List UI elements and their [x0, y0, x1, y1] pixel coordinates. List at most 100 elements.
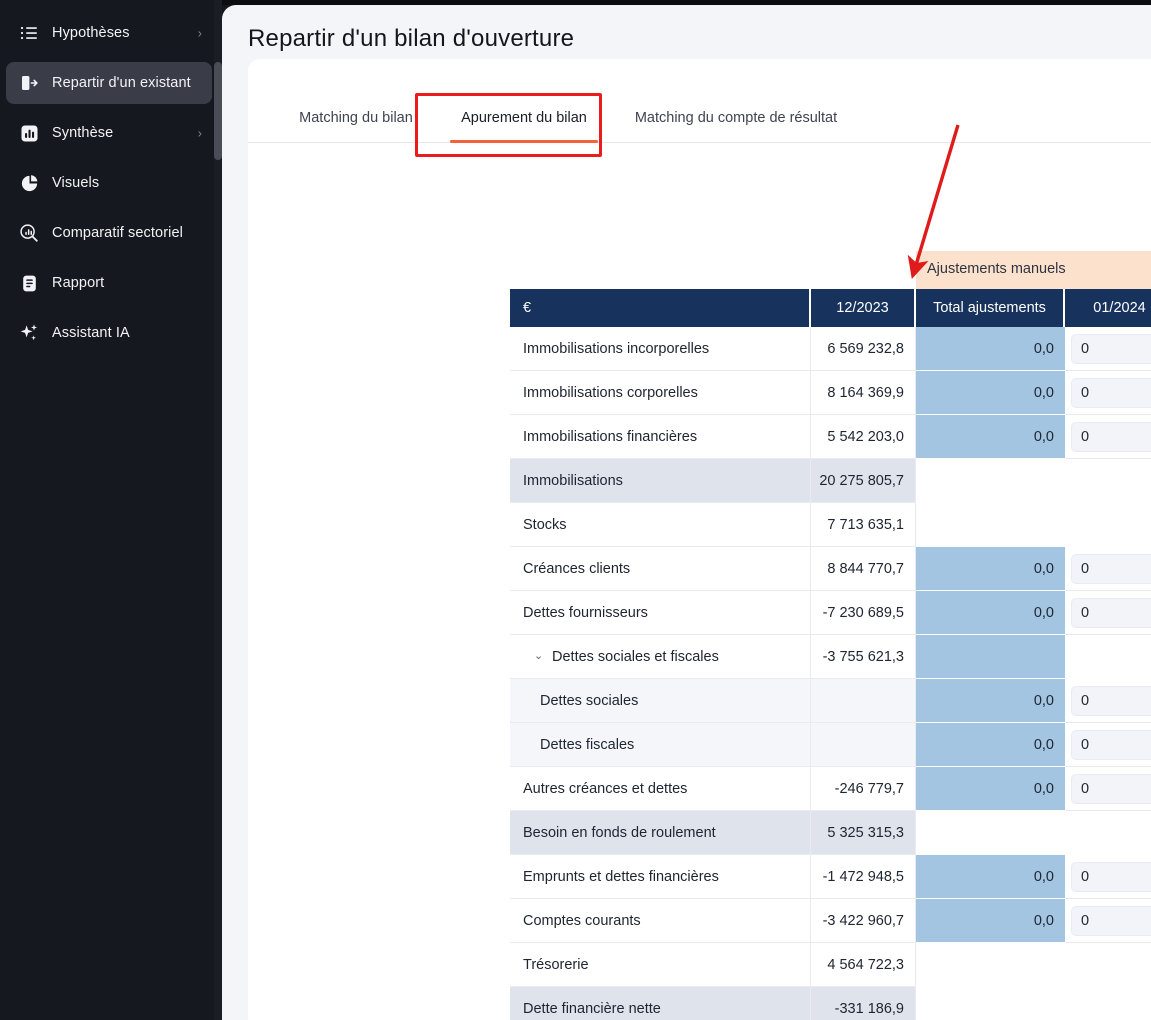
- sidebar-item-label: Visuels: [52, 175, 100, 191]
- sidebar-scrollbar-thumb[interactable]: [214, 62, 222, 160]
- row-value-12-2023: -246 779,7: [811, 767, 916, 811]
- table-row: Emprunts et dettes financières -1 472 948…: [510, 855, 1151, 899]
- sidebar: Hypothèses › Repartir d'un existant Synthès…: [0, 0, 218, 1020]
- adjustment-input[interactable]: 0: [1071, 553, 1151, 584]
- row-total-adjustments: 0,0: [916, 899, 1065, 943]
- col-header-label: €: [510, 289, 811, 327]
- row-total-adjustments: 0,0: [916, 855, 1065, 899]
- table-row: Créances clients8 844 770,70,0000: [510, 547, 1151, 591]
- content-card: Matching du bilan Apurement du bilan Mat…: [248, 59, 1151, 1020]
- row-label-cell[interactable]: ⌄ Dettes sociales et fiscales: [510, 635, 811, 679]
- table-row: Dettes fournisseurs-7 230 689,50,0000: [510, 591, 1151, 635]
- sidebar-item-rapport[interactable]: Rapport: [6, 262, 212, 304]
- adjustment-cell-01-2024[interactable]: 0: [1065, 591, 1151, 635]
- row-label-cell: Besoin en fonds de roulement: [510, 811, 811, 855]
- tab-label: Matching du compte de résultat: [634, 110, 838, 126]
- adjustment-input[interactable]: 0: [1071, 377, 1151, 408]
- sidebar-item-label: Synthèse: [52, 125, 114, 141]
- sidebar-item-repartir-d-un-existant[interactable]: Repartir d'un existant: [6, 62, 212, 104]
- adjustment-input[interactable]: 0: [1071, 861, 1151, 892]
- sidebar-item-assistant-ia[interactable]: Assistant IA: [6, 312, 212, 354]
- row-label: Stocks: [523, 516, 567, 533]
- document-icon: [18, 272, 40, 294]
- table-row: Autres créances et dettes-246 779,70,000…: [510, 767, 1151, 811]
- sidebar-item-label: Comparatif sectoriel: [52, 225, 183, 241]
- row-total-adjustments: [916, 503, 1065, 547]
- app-root: Hypothèses › Repartir d'un existant Synthès…: [0, 0, 1151, 1020]
- row-label: Comptes courants: [523, 912, 641, 929]
- adjustment-input[interactable]: 0: [1071, 729, 1151, 760]
- row-total-adjustments: 0,0: [916, 679, 1065, 723]
- adjustment-input[interactable]: 0: [1071, 597, 1151, 628]
- adjustment-cell-01-2024[interactable]: 0: [1065, 855, 1151, 899]
- adjustment-cell-01-2024[interactable]: 0: [1065, 723, 1151, 767]
- row-label-cell: Autres créances et dettes: [510, 767, 811, 811]
- row-value-12-2023: 8 164 369,9: [811, 371, 916, 415]
- table-row: Immobilisations 20 275 805,7: [510, 459, 1151, 503]
- adjustment-input[interactable]: 0: [1071, 333, 1151, 364]
- row-label-cell: Trésorerie: [510, 943, 811, 987]
- row-label-cell: Immobilisations: [510, 459, 811, 503]
- row-total-adjustments: [916, 635, 1065, 679]
- row-total-adjustments: [916, 943, 1065, 987]
- tab-apurement-du-bilan[interactable]: Apurement du bilan: [442, 93, 606, 143]
- col-header-12-2023: 12/2023: [811, 289, 916, 327]
- main-content: Repartir d'un bilan d'ouverture Matching…: [222, 5, 1151, 1020]
- adjustment-cell-01-2024[interactable]: 0: [1065, 371, 1151, 415]
- sidebar-nav: Hypothèses › Repartir d'un existant Synthès…: [0, 12, 218, 354]
- row-label-cell: Dette financière nette: [510, 987, 811, 1020]
- tab-matching-du-compte-de-resultat[interactable]: Matching du compte de résultat: [616, 93, 856, 143]
- adjustment-input[interactable]: 0: [1071, 421, 1151, 452]
- tab-bar: Matching du bilan Apurement du bilan Mat…: [248, 93, 1151, 143]
- adjustment-cell-01-2024: [1065, 503, 1151, 547]
- row-value-12-2023: 6 569 232,8: [811, 327, 916, 371]
- table-row: Stocks 7 713 635,1: [510, 503, 1151, 547]
- sidebar-item-label: Assistant IA: [52, 325, 130, 341]
- adjustment-input[interactable]: 0: [1071, 685, 1151, 716]
- table-header-row: € 12/2023 Total ajustements 01/2024 02/2…: [510, 289, 1151, 327]
- sidebar-item-hypoth-ses[interactable]: Hypothèses ›: [6, 12, 212, 54]
- manual-adjustments-band: Ajustements manuels: [916, 251, 1151, 289]
- row-label: Trésorerie: [523, 956, 589, 973]
- row-label: Immobilisations: [523, 472, 623, 489]
- tab-label: Apurement du bilan: [461, 110, 587, 126]
- row-label-cell: Créances clients: [510, 547, 811, 591]
- row-value-12-2023: -1 472 948,5: [811, 855, 916, 899]
- row-value-12-2023: 5 325 315,3: [811, 811, 916, 855]
- row-label-cell: Immobilisations corporelles: [510, 371, 811, 415]
- row-total-adjustments: [916, 459, 1065, 503]
- sidebar-item-synth-se[interactable]: Synthèse ›: [6, 112, 212, 154]
- adjustment-input[interactable]: 0: [1071, 905, 1151, 936]
- row-label: Immobilisations financières: [523, 428, 698, 445]
- row-total-adjustments: 0,0: [916, 371, 1065, 415]
- table-row: Immobilisations corporelles 8 164 369,9 0,…: [510, 371, 1151, 415]
- adjustment-cell-01-2024[interactable]: 0: [1065, 547, 1151, 591]
- table-body: Immobilisations incorporelles 6 569 232,8…: [510, 327, 1151, 1020]
- tab-matching-du-bilan[interactable]: Matching du bilan: [280, 93, 432, 143]
- row-total-adjustments: [916, 811, 1065, 855]
- row-total-adjustments: 0,0: [916, 415, 1065, 459]
- table-row: Comptes courants-3 422 960,70,0000: [510, 899, 1151, 943]
- adjustment-input[interactable]: 0: [1071, 773, 1151, 804]
- adjustment-cell-01-2024[interactable]: 0: [1065, 415, 1151, 459]
- row-value-12-2023: [811, 679, 916, 723]
- row-label: Dettes fiscales: [540, 736, 635, 753]
- row-total-adjustments: [916, 987, 1065, 1020]
- row-value-12-2023: 8 844 770,7: [811, 547, 916, 591]
- table-row: Trésorerie 4 564 722,3: [510, 943, 1151, 987]
- search-analytics-icon: [18, 222, 40, 244]
- sidebar-item-visuels[interactable]: Visuels: [6, 162, 212, 204]
- sidebar-item-comparatif-sectoriel[interactable]: Comparatif sectoriel: [6, 212, 212, 254]
- adjustment-cell-01-2024[interactable]: 0: [1065, 327, 1151, 371]
- row-value-12-2023: 5 542 203,0: [811, 415, 916, 459]
- chevron-right-icon: ›: [197, 125, 202, 141]
- page-title: Repartir d'un bilan d'ouverture: [248, 25, 575, 52]
- sidebar-item-label: Repartir d'un existant: [52, 75, 191, 91]
- adjustment-cell-01-2024[interactable]: 0: [1065, 679, 1151, 723]
- row-value-12-2023: 7 713 635,1: [811, 503, 916, 547]
- chevron-right-icon: ›: [197, 25, 202, 41]
- row-value-12-2023: 20 275 805,7: [811, 459, 916, 503]
- chevron-down-icon[interactable]: ⌄: [534, 649, 548, 662]
- adjustment-cell-01-2024[interactable]: 0: [1065, 899, 1151, 943]
- adjustment-cell-01-2024[interactable]: 0: [1065, 767, 1151, 811]
